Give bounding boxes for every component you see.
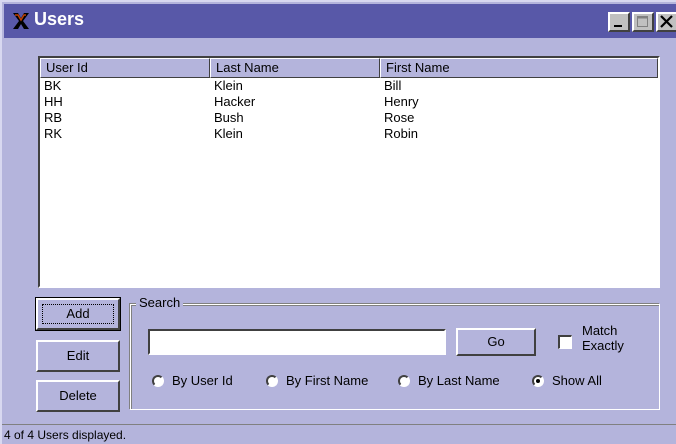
cell-first-name: Bill bbox=[384, 78, 402, 93]
minimize-icon bbox=[614, 25, 622, 27]
maximize-icon bbox=[637, 16, 648, 27]
cell-first-name: Robin bbox=[384, 126, 418, 141]
minimize-button[interactable] bbox=[608, 12, 630, 32]
cell-user-id: RK bbox=[44, 126, 63, 141]
radio-show-all[interactable] bbox=[532, 375, 544, 387]
status-text: 4 of 4 Users displayed. bbox=[4, 428, 127, 442]
list-row[interactable]: HH Hacker Henry bbox=[40, 94, 658, 110]
radio-by-first-name[interactable] bbox=[266, 375, 278, 387]
search-group-label: Search bbox=[136, 296, 184, 310]
column-header-user-id[interactable]: User Id bbox=[40, 58, 210, 78]
cell-last-name: Klein bbox=[214, 78, 243, 93]
column-header-first-name[interactable]: First Name bbox=[380, 58, 658, 78]
radio-by-user-id[interactable] bbox=[152, 375, 164, 387]
radio-by-first-name-label[interactable]: By First Name bbox=[286, 373, 368, 389]
column-header-last-name[interactable]: Last Name bbox=[210, 58, 380, 78]
go-button[interactable]: Go bbox=[456, 328, 536, 356]
status-bar: 4 of 4 Users displayed. bbox=[2, 424, 676, 444]
edit-button[interactable]: Edit bbox=[36, 340, 120, 372]
list-header: User Id Last Name First Name bbox=[40, 58, 658, 78]
search-input[interactable] bbox=[148, 329, 446, 355]
close-icon bbox=[660, 15, 673, 28]
add-button[interactable]: Add bbox=[35, 297, 121, 331]
edit-button-label: Edit bbox=[66, 348, 90, 363]
window-title: Users bbox=[34, 9, 85, 29]
title-bar[interactable]: Users bbox=[4, 4, 676, 38]
x-app-icon bbox=[13, 13, 29, 29]
radio-by-last-name-label[interactable]: By Last Name bbox=[418, 373, 500, 389]
cell-first-name: Henry bbox=[384, 94, 419, 109]
cell-last-name: Bush bbox=[214, 110, 244, 125]
cell-last-name: Klein bbox=[214, 126, 243, 141]
cell-last-name: Hacker bbox=[214, 94, 256, 109]
list-row[interactable]: RK Klein Robin bbox=[40, 126, 658, 142]
cell-user-id: BK bbox=[44, 78, 62, 93]
users-window: Users User Id Last Name First Name BK Kl… bbox=[0, 0, 676, 444]
radio-by-user-id-label[interactable]: By User Id bbox=[172, 373, 233, 389]
delete-button[interactable]: Delete bbox=[36, 380, 120, 412]
match-exactly-label[interactable]: Match Exactly bbox=[582, 323, 624, 353]
add-button-label: Add bbox=[66, 306, 90, 321]
delete-button-label: Delete bbox=[59, 388, 97, 403]
radio-selected-dot bbox=[536, 379, 540, 383]
cell-user-id: HH bbox=[44, 94, 63, 109]
users-list[interactable]: User Id Last Name First Name BK Klein Bi… bbox=[38, 56, 660, 288]
radio-show-all-label[interactable]: Show All bbox=[552, 373, 602, 389]
maximize-button[interactable] bbox=[632, 12, 654, 32]
search-group bbox=[130, 304, 660, 410]
match-exactly-checkbox[interactable] bbox=[558, 335, 572, 349]
list-row[interactable]: RB Bush Rose bbox=[40, 110, 658, 126]
list-row[interactable]: BK Klein Bill bbox=[40, 78, 658, 94]
cell-first-name: Rose bbox=[384, 110, 415, 125]
close-button[interactable] bbox=[656, 12, 676, 32]
cell-user-id: RB bbox=[44, 110, 63, 125]
radio-by-last-name[interactable] bbox=[398, 375, 410, 387]
